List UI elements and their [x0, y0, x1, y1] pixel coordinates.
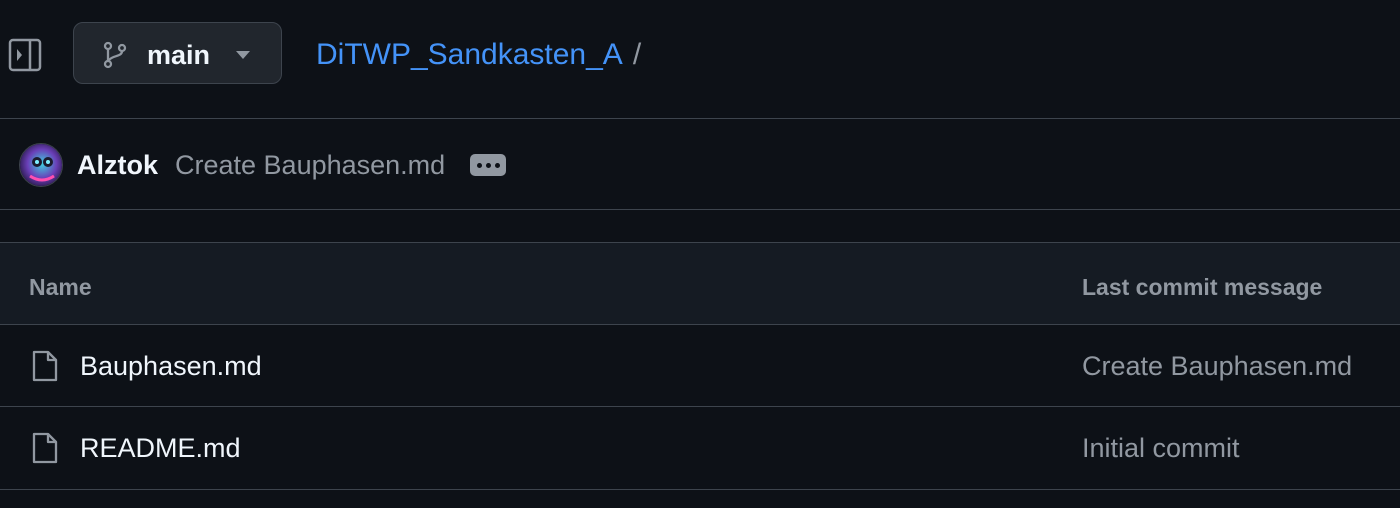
file-icon [32, 432, 58, 464]
breadcrumb-separator: / [632, 38, 642, 71]
repo-toolbar: main DiTWP_Sandkasten_A / [0, 0, 1400, 110]
git-branch-icon [103, 41, 127, 69]
repo-name-link[interactable]: DiTWP_Sandkasten_A [316, 36, 623, 74]
ellipsis-icon [476, 162, 482, 168]
file-table: Name Last commit message Bauphasen.md Cr… [0, 242, 1400, 490]
column-header-name: Name [29, 274, 92, 300]
sidebar-toggle-button[interactable] [8, 38, 42, 72]
commit-details-toggle-button[interactable] [470, 154, 506, 176]
branch-selector-button[interactable]: main [73, 22, 282, 84]
user-avatar-image [20, 144, 62, 186]
file-commit-message-link[interactable]: Initial commit [1082, 432, 1240, 464]
breadcrumb: DiTWP_Sandkasten_A / [316, 36, 641, 74]
commit-message-link[interactable]: Create Bauphasen.md [175, 149, 445, 181]
branch-name: main [147, 40, 211, 70]
file-name-link[interactable]: README.md [80, 432, 241, 464]
table-row[interactable]: Bauphasen.md Create Bauphasen.md [0, 325, 1400, 407]
commit-author-link[interactable]: Alztok [77, 149, 158, 181]
file-name-link[interactable]: Bauphasen.md [80, 350, 262, 382]
avatar[interactable] [19, 143, 63, 187]
table-row[interactable]: README.md Initial commit [0, 407, 1400, 489]
sidebar-expand-icon [8, 38, 42, 72]
table-header: Name Last commit message [0, 243, 1400, 325]
file-commit-message-link[interactable]: Create Bauphasen.md [1082, 350, 1352, 382]
chevron-down-icon [236, 51, 250, 59]
file-icon [32, 350, 58, 382]
column-header-last-commit-message: Last commit message [1082, 274, 1323, 300]
